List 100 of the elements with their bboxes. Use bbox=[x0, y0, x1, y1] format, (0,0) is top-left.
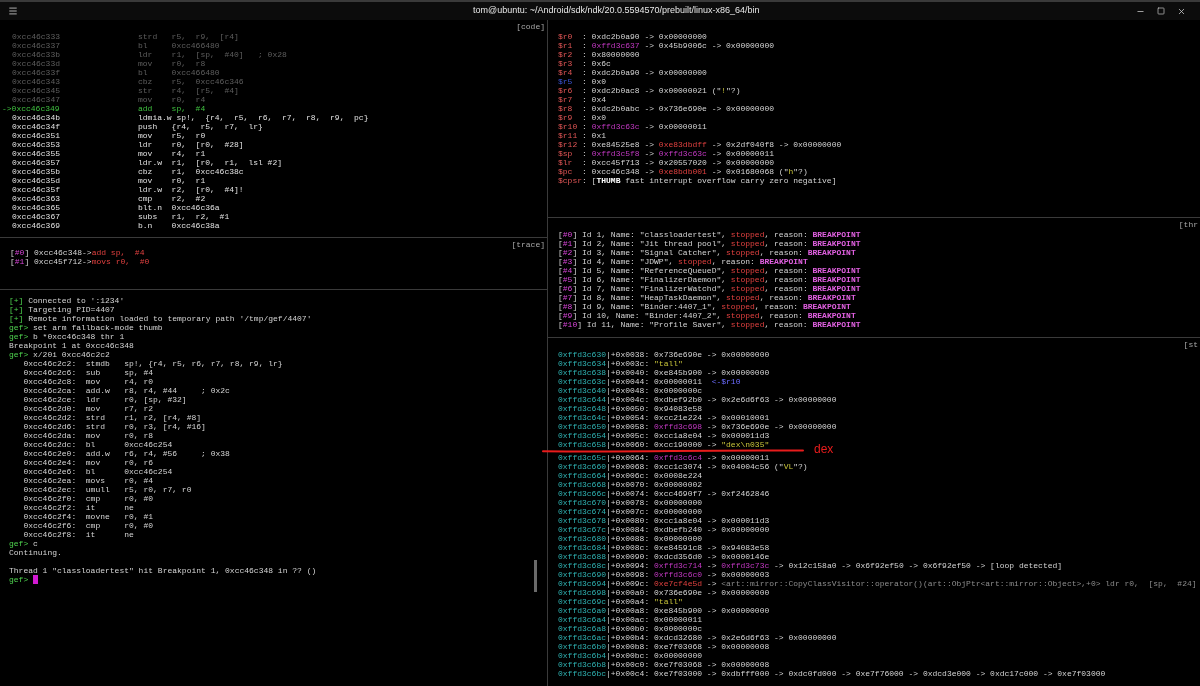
console-line[interactable]: gef> bbox=[9, 575, 38, 584]
console-line: gef> c bbox=[9, 539, 38, 548]
disassembly-line: 0xcc46c333 strd r5, r9, [r4] bbox=[11, 32, 239, 41]
console-line: 0xcc46c2dc: bl 0xcc46c254 bbox=[22, 440, 173, 449]
disassembly-line: 0xcc46c355 mov r4, r1 bbox=[11, 149, 206, 158]
stack-line: 0xffd3c638|+0x0040: 0xe845b900 -> 0x00000000 bbox=[558, 368, 770, 377]
thread-line: [#5] Id 6, Name: "FinalizerDaemon", stopped, reason: BREAKPOINT bbox=[558, 275, 861, 284]
pane-label: [code] bbox=[516, 22, 545, 31]
console-line: 0xcc46c2e6: bl 0xcc46c254 bbox=[22, 467, 173, 476]
disassembly-line: 0xcc46c351 mov r5, r0 bbox=[11, 131, 206, 140]
stack-line: 0xffd3c6a4|+0x00ac: 0x00000011 bbox=[558, 615, 703, 624]
console-line: 0xcc46c2da: mov r0, r8 bbox=[22, 431, 154, 440]
stack-line: 0xffd3c664|+0x006c: 0x0008e224 bbox=[558, 471, 703, 480]
thread-line: [#10] Id 11, Name: "Profile Saver", stopped, reason: BREAKPOINT bbox=[558, 320, 861, 329]
stack-line: 0xffd3c63c|+0x0044: 0x00000011 <-$r10 bbox=[558, 377, 741, 386]
thread-line: [#6] Id 7, Name: "FinalizerWatchd", stopped, reason: BREAKPOINT bbox=[558, 284, 861, 293]
stack-line: 0xffd3c69c|+0x00a4: "tall" bbox=[558, 597, 683, 606]
register-line: $r9 : 0x0 bbox=[558, 113, 607, 122]
thread-line: [#2] Id 3, Name: "Signal Catcher", stopped, reason: BREAKPOINT bbox=[558, 248, 856, 257]
register-line: $pc : 0xcc46c348 -> 0xe8bdb001 -> 0x01680068 ("h"?) bbox=[558, 167, 808, 176]
register-line: $r6 : 0xdc2b0ac8 -> 0x00000021 ("!"?) bbox=[558, 86, 741, 95]
console-line: [+] Connected to ':1234' bbox=[9, 296, 125, 305]
stack-line: 0xffd3c650|+0x0058: 0xffd3c698 -> 0x736e690e -> 0x00000000 bbox=[558, 422, 837, 431]
console-line: gef> x/20i 0xcc46c2c2 bbox=[9, 350, 110, 359]
stack-line: 0xffd3c6bc|+0x00c4: 0xe7f03000 -> 0xdbfff000 -> 0xdc0fd000 -> 0xe7f76000 -> 0xdcd3e000 -> 0xdc17c000 -> 0xe7f03000 bbox=[558, 669, 1106, 678]
text-cursor bbox=[33, 575, 38, 584]
stack-line: 0xffd3c6ac|+0x00b4: 0xdcd32680 -> 0x2e6d6f63 -> 0x00000000 bbox=[558, 633, 837, 642]
stack-line: 0xffd3c65c|+0x0064: 0xffd3c6c4 -> 0x00000011 bbox=[558, 453, 770, 462]
console-line: 0xcc46c2c8: mov r4, r0 bbox=[22, 377, 154, 386]
annotation-text: dex bbox=[814, 443, 834, 455]
thread-line: [#3] Id 4, Name: "JDWP", stopped, reason: BREAKPOINT bbox=[558, 257, 808, 266]
register-line: $cpsr: [THUMB fast interrupt overflow carry zero negative] bbox=[558, 176, 837, 185]
disassembly-line: 0xcc46c35b cbz r1, 0xcc46c38c bbox=[11, 167, 244, 176]
stack-line: 0xffd3c694|+0x009c: 0xe7cf4e5d -> <art::mirror::CopyClassVisitor::operator()(art::ObjPtr<art::mirror::Object>,+0> ldr r0, [sp, #24] bbox=[558, 579, 1197, 588]
scrollbar[interactable] bbox=[534, 560, 537, 592]
register-line: $r10 : 0xffd3c63c -> 0x00000011 bbox=[558, 122, 707, 131]
disassembly-line: 0xcc46c33b ldr r1, [sp, #40] ; 0x28 bbox=[11, 50, 287, 59]
register-line: $lr : 0xcc45f713 -> 0x20557020 -> 0x00000000 bbox=[558, 158, 775, 167]
thread-line: [#8] Id 9, Name: "Binder:4407_1", stopped, reason: BREAKPOINT bbox=[558, 302, 851, 311]
console-line: Continuing. bbox=[9, 548, 62, 557]
disassembly-line: 0xcc46c35d mov r0, r1 bbox=[11, 176, 206, 185]
stack-line: 0xffd3c658|+0x0060: 0xcc190000 -> "dex\n035" bbox=[558, 440, 770, 449]
console-line: Breakpoint 1 at 0xcc46c348 bbox=[9, 341, 134, 350]
console-line: 0xcc46c2e0: add.w r6, r4, #56 ; 0x38 bbox=[22, 449, 230, 458]
maximize-icon[interactable] bbox=[1157, 7, 1165, 15]
close-icon[interactable] bbox=[1177, 6, 1186, 16]
stack-line: 0xffd3c688|+0x0090: 0xdcd356d0 -> 0x0000146e bbox=[558, 552, 770, 561]
stack-line: 0xffd3c648|+0x0050: 0x94083e58 bbox=[558, 404, 703, 413]
console-line: 0xcc46c2f8: it ne bbox=[22, 530, 134, 539]
disassembly-line: 0xcc46c34f push {r4, r5, r7, lr} bbox=[11, 122, 263, 131]
register-line: $r5 : 0x0 bbox=[558, 77, 607, 86]
pane-label: [trace] bbox=[511, 240, 545, 249]
disassembly-line: 0xcc46c34b ldmia.w sp!, {r4, r5, r6, r7, r8, r9, pc} bbox=[11, 113, 369, 122]
thread-line: [#9] Id 10, Name: "Binder:4407_2", stopped, reason: BREAKPOINT bbox=[558, 311, 856, 320]
disassembly-line: 0xcc46c353 ldr r0, [r0, #28] bbox=[11, 140, 244, 149]
disassembly-line: 0xcc46c367 subs r1, r2, #1 bbox=[11, 212, 230, 221]
disassembly-line: 0xcc46c35f ldr.w r2, [r0, #4]! bbox=[11, 185, 244, 194]
stack-line: 0xffd3c67c|+0x0084: 0xdbefb240 -> 0x00000000 bbox=[558, 525, 770, 534]
stack-line: 0xffd3c674|+0x007c: 0x00000000 bbox=[558, 507, 703, 516]
register-line: $r12 : 0xe84525e8 -> 0xe83dbdff -> 0x2df040f8 -> 0x00000000 bbox=[558, 140, 842, 149]
console-line: 0xcc46c2d6: strd r0, r3, [r4, #16] bbox=[22, 422, 206, 431]
window-title: tom@ubuntu: ~/Android/sdk/ndk/20.0.5594570/prebuilt/linux-x86_64/bin bbox=[473, 4, 760, 18]
stack-line: 0xffd3c668|+0x0070: 0x00000002 bbox=[558, 480, 703, 489]
register-line: $r4 : 0xdc2b0a90 -> 0x00000000 bbox=[558, 68, 707, 77]
console-line: [+] Remote information loaded to temporary path '/tmp/gef/4407' bbox=[9, 314, 312, 323]
disassembly-line: 0xcc46c357 ldr.w r1, [r0, r1, lsl #2] bbox=[11, 158, 283, 167]
disassembly-line: 0xcc46c33f bl 0xcc466480 bbox=[11, 68, 220, 77]
console-line: 0xcc46c2f4: movne r0, #1 bbox=[22, 512, 154, 521]
pane-label: [st bbox=[1183, 340, 1198, 349]
register-line: $r8 : 0xdc2b0abc -> 0x736e690e -> 0x00000000 bbox=[558, 104, 775, 113]
stack-line: 0xffd3c698|+0x00a0: 0x736e690e -> 0x00000000 bbox=[558, 588, 770, 597]
trace-line: [#1] 0xcc45f712->movs r0, #0 bbox=[10, 257, 150, 266]
stack-line: 0xffd3c6b0|+0x00b8: 0xe7f03068 -> 0x00000008 bbox=[558, 642, 770, 651]
stack-line: 0xffd3c644|+0x004c: 0xdbef92b0 -> 0x2e6d6f63 -> 0x00000000 bbox=[558, 395, 837, 404]
console-line: 0xcc46c2d2: strd r1, r2, [r4, #8] bbox=[22, 413, 202, 422]
console-line: 0xcc46c2e4: mov r0, r6 bbox=[22, 458, 154, 467]
register-line: $r3 : 0x6c bbox=[558, 59, 611, 68]
register-line: $r7 : 0x4 bbox=[558, 95, 607, 104]
register-line: $r2 : 0x80000000 bbox=[558, 50, 640, 59]
menu-icon[interactable] bbox=[8, 6, 18, 16]
thread-line: [#7] Id 8, Name: "HeapTaskDaemon", stopped, reason: BREAKPOINT bbox=[558, 293, 856, 302]
register-line: $r0 : 0xdc2b0a90 -> 0x00000000 bbox=[558, 32, 707, 41]
stack-line: 0xffd3c66c|+0x0074: 0xcc4690f7 -> 0xf2462846 bbox=[558, 489, 770, 498]
console-line: 0xcc46c2ce: ldr r0, [sp, #32] bbox=[22, 395, 187, 404]
pane-label: [thr bbox=[1178, 220, 1198, 229]
console-line: 0xcc46c2f0: cmp r0, #0 bbox=[22, 494, 154, 503]
console-line: 0xcc46c2c6: sub sp, #4 bbox=[22, 368, 154, 377]
console-line: gef> set arm fallback-mode thumb bbox=[9, 323, 163, 332]
stack-line: 0xffd3c6a0|+0x00a8: 0xe845b900 -> 0x00000000 bbox=[558, 606, 770, 615]
console-line: 0xcc46c2f2: it ne bbox=[22, 503, 134, 512]
console-line: 0xcc46c2c2: stmdb sp!, {r4, r5, r6, r7, r8, r9, lr} bbox=[22, 359, 283, 368]
stack-line: 0xffd3c630|+0x0038: 0x736e690e -> 0x00000000 bbox=[558, 350, 770, 359]
disassembly-line: 0xcc46c343 cbz r5, 0xcc46c346 bbox=[11, 77, 244, 86]
stack-line: 0xffd3c680|+0x0088: 0x00000000 bbox=[558, 534, 703, 543]
disassembly-line: 0xcc46c363 cmp r2, #2 bbox=[11, 194, 206, 203]
console-line: [+] Targeting PID=4407 bbox=[9, 305, 115, 314]
stack-line: 0xffd3c68c|+0x0094: 0xffd3c714 -> 0xffd3c73c -> 0x12c158a0 -> 0x6f92ef50 -> 0x6f92ef50 -> [loop detected] bbox=[558, 561, 1063, 570]
console-line: 0xcc46c2ca: add.w r8, r4, #44 ; 0x2c bbox=[22, 386, 230, 395]
stack-line: 0xffd3c6a8|+0x00b0: 0x0000000c bbox=[558, 624, 703, 633]
console-line: gef> b *0xcc46c348 thr 1 bbox=[9, 332, 125, 341]
